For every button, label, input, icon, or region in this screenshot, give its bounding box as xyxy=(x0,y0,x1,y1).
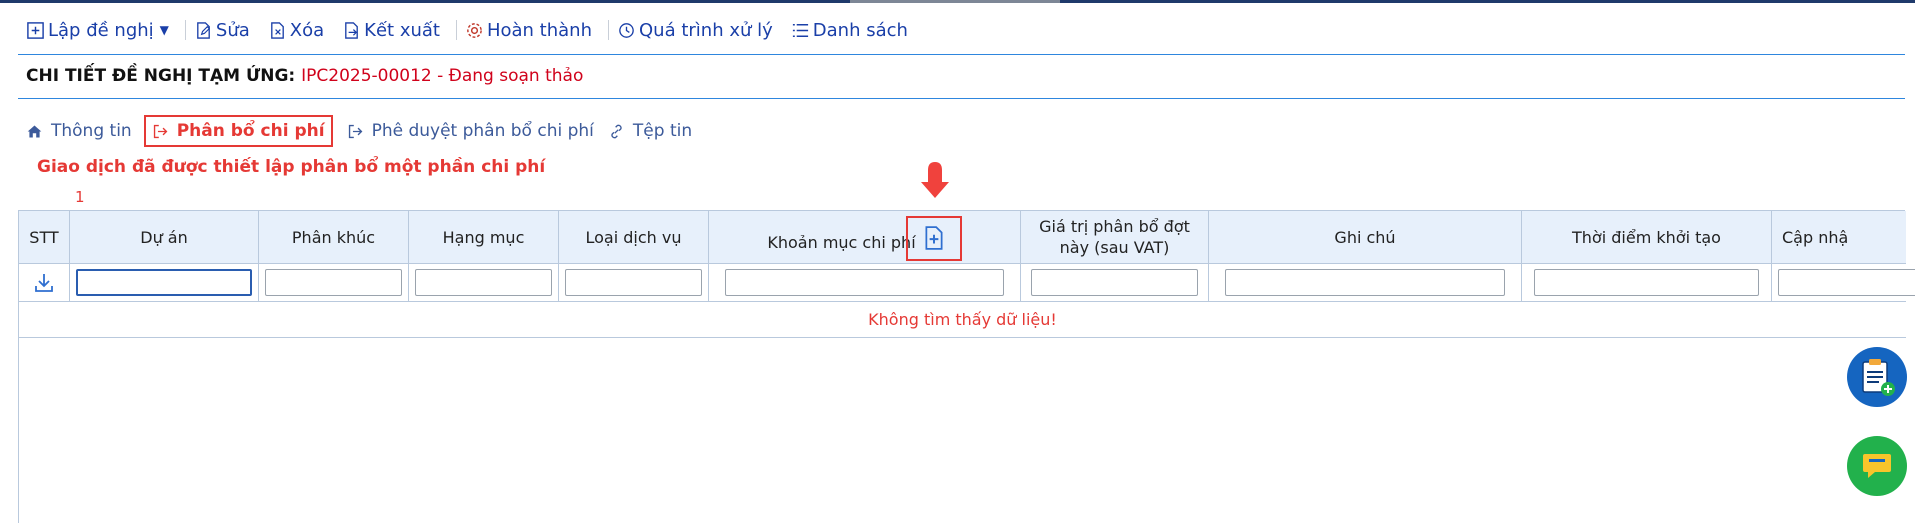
filter-cell xyxy=(1522,264,1772,301)
toolbar-divider xyxy=(184,20,186,40)
toolbar-divider xyxy=(608,20,609,40)
list-label: Danh sách xyxy=(812,19,908,41)
filter-category-input[interactable] xyxy=(415,269,552,296)
divider xyxy=(18,98,1905,99)
process-history-button[interactable]: Quá trình xử lý xyxy=(617,20,781,41)
page-title: CHI TIẾT ĐỀ NGHỊ TẠM ỨNG: IPC2025-00012 … xyxy=(26,66,583,86)
filter-updated-input[interactable] xyxy=(1778,269,1915,296)
filter-segment-input[interactable] xyxy=(265,269,402,296)
column-header-note[interactable]: Ghi chú xyxy=(1209,211,1522,263)
tab-files-label: Tệp tin xyxy=(632,121,693,141)
add-cost-item-button[interactable] xyxy=(905,215,962,261)
export-button[interactable]: Kết xuất xyxy=(342,20,448,41)
tab-cost-allocation[interactable]: Phân bổ chi phí xyxy=(143,115,333,147)
edit-file-icon xyxy=(197,21,210,39)
top-bar-segment xyxy=(850,0,1060,3)
download-icon xyxy=(35,273,53,292)
download-button[interactable] xyxy=(19,264,70,301)
sign-out-icon xyxy=(348,124,362,138)
tab-files[interactable]: Tệp tin xyxy=(608,121,692,141)
tab-info[interactable]: Thông tin xyxy=(26,121,132,141)
tab-allocation-approval-label: Phê duyệt phân bổ chi phí xyxy=(371,121,594,141)
tab-info-label: Thông tin xyxy=(51,121,132,141)
complete-button[interactable]: Hoàn thành xyxy=(465,20,600,41)
partial-allocation-notice: Giao dịch đã được thiết lập phân bổ một … xyxy=(37,157,546,177)
column-header-stt[interactable]: STT xyxy=(19,211,70,263)
edit-button[interactable]: Sửa xyxy=(194,20,258,41)
column-header-cost-item[interactable]: Khoản mục chi phí xyxy=(709,211,1021,263)
column-header-created-time[interactable]: Thời điểm khởi tạo xyxy=(1522,211,1772,263)
create-request-button[interactable]: Lập đề nghị ▼ xyxy=(26,20,177,41)
filter-cell xyxy=(559,264,709,301)
arrow-down-icon xyxy=(921,162,949,198)
clipboard-add-button[interactable] xyxy=(1847,347,1907,407)
tab-bar: Thông tin Phân bổ chi phí Phê duyệt phân… xyxy=(26,115,706,147)
record-count: 1 xyxy=(75,188,85,206)
tab-cost-allocation-label: Phân bổ chi phí xyxy=(176,121,325,141)
filter-note-input[interactable] xyxy=(1225,269,1505,296)
filter-row xyxy=(19,264,1915,302)
gear-icon xyxy=(467,22,482,38)
create-request-label: Lập đề nghị xyxy=(48,19,154,41)
filter-cell xyxy=(709,264,1021,301)
column-header-allocation-value[interactable]: Giá trị phân bổ đợt này (sau VAT) xyxy=(1021,211,1209,263)
file-plus-icon xyxy=(925,226,943,250)
column-header-segment[interactable]: Phân khúc xyxy=(259,211,409,263)
divider xyxy=(18,54,1905,55)
request-code-status: IPC2025-00012 - Đang soạn thảo xyxy=(301,66,584,86)
page-title-label: CHI TIẾT ĐỀ NGHỊ TẠM ỨNG: xyxy=(26,66,296,86)
chat-bubble-icon xyxy=(1863,454,1891,478)
chevron-down-icon: ▼ xyxy=(159,23,169,37)
filter-project-input[interactable] xyxy=(76,269,252,296)
filter-cell xyxy=(1209,264,1522,301)
filter-cell xyxy=(409,264,559,301)
cost-allocation-table: STT Dự án Phân khúc Hạng mục Loại dịch v… xyxy=(18,210,1915,523)
add-square-icon xyxy=(27,21,44,39)
history-icon xyxy=(619,22,634,38)
empty-message: Không tìm thấy dữ liệu! xyxy=(19,302,1906,338)
delete-file-icon xyxy=(270,21,284,39)
filter-cost-item-input[interactable] xyxy=(725,269,1004,296)
complete-label: Hoàn thành xyxy=(486,19,592,41)
filter-cell xyxy=(259,264,409,301)
toolbar-divider xyxy=(455,20,457,40)
delete-label: Xóa xyxy=(289,19,325,41)
filter-cell xyxy=(70,264,259,301)
clipboard-add-icon xyxy=(1862,359,1895,396)
home-icon xyxy=(27,125,42,137)
sign-out-icon xyxy=(153,124,168,138)
export-label: Kết xuất xyxy=(364,19,440,41)
column-header-project[interactable]: Dự án xyxy=(70,211,259,263)
filter-cell xyxy=(1772,264,1915,301)
delete-button[interactable]: Xóa xyxy=(268,20,332,41)
toolbar: Lập đề nghị ▼ Sửa Xóa Kết xuất Hoàn thàn… xyxy=(26,16,926,44)
filter-service-type-input[interactable] xyxy=(565,269,702,296)
table-header: STT Dự án Phân khúc Hạng mục Loại dịch v… xyxy=(19,211,1906,264)
export-icon xyxy=(345,21,359,39)
filter-cell xyxy=(1021,264,1209,301)
process-history-label: Quá trình xử lý xyxy=(639,19,773,41)
column-header-cost-item-label: Khoản mục chi phí xyxy=(767,232,916,252)
link-icon xyxy=(611,124,622,138)
column-header-service-type[interactable]: Loại dịch vụ xyxy=(559,211,709,263)
column-header-category[interactable]: Hạng mục xyxy=(409,211,559,263)
column-header-updated[interactable]: Cập nhậ xyxy=(1772,211,1906,263)
list-icon xyxy=(792,23,808,37)
filter-created-time-input[interactable] xyxy=(1534,269,1759,296)
edit-label: Sửa xyxy=(215,19,250,41)
filter-allocation-value-input[interactable] xyxy=(1031,269,1198,296)
chat-button[interactable] xyxy=(1847,436,1907,496)
list-button[interactable]: Danh sách xyxy=(791,20,916,41)
tab-allocation-approval[interactable]: Phê duyệt phân bổ chi phí xyxy=(347,121,594,141)
